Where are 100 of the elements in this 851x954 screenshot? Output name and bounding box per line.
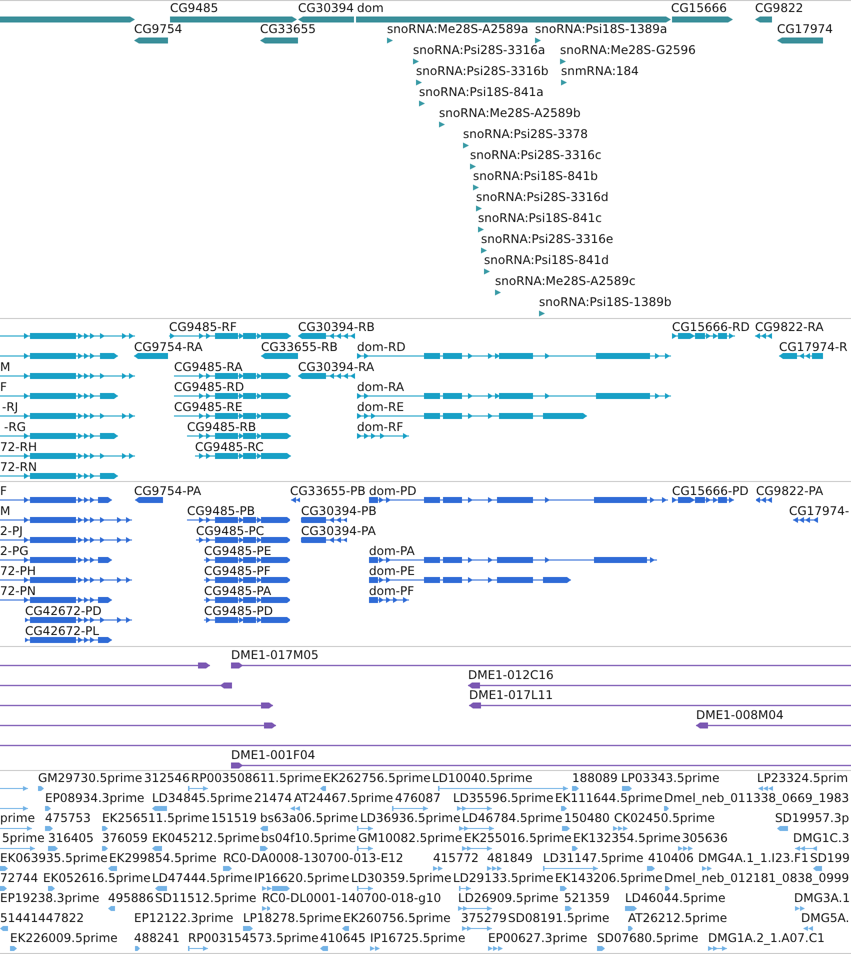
feature-label: Dmel_neb_012181_0838_0999	[664, 871, 850, 885]
feature-label: CG9485-RB	[187, 420, 256, 434]
feature-label: EK255016.5prime	[464, 831, 572, 845]
feature-label: snoRNA:Psi18S-841d	[484, 253, 609, 267]
feature-label: CK02450.5prime	[614, 811, 715, 825]
feature-label: 415772	[433, 851, 479, 865]
feature-label: SD08191.5prime	[508, 911, 610, 925]
feature-label: snoRNA:Me28S-A2589b	[439, 106, 581, 120]
feature-label: snoRNA:Me28S-G2596	[560, 43, 696, 57]
feature-label: CG17974-	[789, 504, 850, 518]
feature-label: LD26909.5prime	[458, 891, 559, 905]
feature-label: 150480	[564, 811, 610, 825]
feature-label: snmRNA:184	[561, 64, 639, 78]
feature-label: DMG5A.	[801, 911, 850, 925]
feature-label: -RG	[4, 420, 26, 434]
feature-label: DME1-008M04	[696, 708, 784, 722]
feature-label: EK063935.5prime	[0, 851, 108, 865]
feature-label: LD34845.5prime	[152, 791, 253, 805]
feature-label: snoRNA:Psi28S-3316c	[470, 148, 602, 162]
feature-label: LD10040.5prime	[432, 771, 533, 785]
feature-label: Dmel_neb_011338_0669_1983	[664, 791, 850, 805]
feature-label: 488241	[134, 931, 180, 945]
feature-label: 410645	[320, 931, 366, 945]
feature-label: CG9485-RF	[169, 320, 237, 334]
feature-label: LD29133.5prime	[453, 871, 554, 885]
feature-label: GM10082.5prime	[358, 831, 462, 845]
feature-label: CG9822-PA	[756, 484, 824, 498]
feature-label: 375279	[461, 911, 507, 925]
feature-label: snoRNA:Psi18S-841a	[419, 85, 544, 99]
feature-label: 21474	[254, 791, 292, 805]
feature-label: RC0-DL0001-140700-018-g10	[262, 891, 442, 905]
feature-label: dom-PE	[369, 564, 415, 578]
feature-label: EK299854.5prime	[109, 851, 217, 865]
feature-label: LD31147.5prime	[543, 851, 644, 865]
feature-label: 316405	[48, 831, 94, 845]
feature-label: 475753	[45, 811, 91, 825]
feature-label: EK262756.5prime	[323, 771, 431, 785]
feature-label: DME1-012C16	[468, 668, 554, 682]
feature-label: 2-PG	[0, 544, 28, 558]
feature-label: snoRNA:Psi28S-3316b	[416, 64, 549, 78]
feature-label: LP23324.5prim	[757, 771, 848, 785]
feature-label: LD47444.5prime	[152, 871, 253, 885]
feature-label: snoRNA:Me28S-A2589c	[495, 274, 636, 288]
feature-label: snoRNA:Psi18S-1389a	[535, 22, 668, 36]
feature-label: CG9485-PE	[204, 544, 272, 558]
feature-label: CG30394-PB	[301, 504, 377, 518]
feature-label: 521359	[564, 891, 610, 905]
feature-label: DMG1A.2_1.A07.C1	[708, 931, 825, 945]
feature-label: CG17974-R	[779, 340, 848, 354]
feature-label: snoRNA:Me28S-A2589a	[387, 22, 528, 36]
feature-label: IP16620.5prime	[254, 871, 350, 885]
feature-label: 72744	[0, 871, 38, 885]
feature-label: snoRNA:Psi28S-3378	[463, 127, 588, 141]
feature-label: SD19957.3p	[775, 811, 850, 825]
feature-label: CG9822-RA	[755, 320, 824, 334]
feature-label: LD46784.5prime	[462, 811, 563, 825]
feature-label: SD11512.5prime	[155, 891, 256, 905]
feature-label: snoRNA:Psi28S-3316e	[481, 232, 614, 246]
feature-label: EP08934.3prime	[45, 791, 144, 805]
feature-label: 72-PN	[0, 584, 36, 598]
feature-label: EP19238.3prime	[0, 891, 100, 905]
feature-label: dom	[357, 1, 384, 15]
feature-label: 410406	[648, 851, 694, 865]
feature-label: CG30394-RB	[298, 320, 375, 334]
feature-label: EK111644.5prime	[555, 791, 663, 805]
feature-label: CG15666	[671, 1, 727, 15]
feature-label: CG33655	[260, 22, 316, 36]
feature-label: EK226009.5prime	[10, 931, 118, 945]
feature-label: CG30394-RA	[298, 360, 374, 374]
feature-label: SD07680.5prime	[597, 931, 698, 945]
feature-label: LD30359.5prime	[351, 871, 452, 885]
feature-label: AT26212.5prime	[628, 911, 728, 925]
feature-label: DMG1C.3	[793, 831, 850, 845]
feature-label: 51441447822	[0, 911, 84, 925]
feature-label: 376059	[102, 831, 148, 845]
feature-label: CG9485-RC	[195, 440, 264, 454]
feature-label: CG9485	[170, 1, 218, 15]
feature-label: snoRNA:Psi18S-841b	[473, 169, 598, 183]
feature-label: CG9485-PD	[204, 604, 274, 618]
feature-label: EK132354.5prime	[573, 831, 681, 845]
feature-label: 312546	[144, 771, 190, 785]
feature-label: IP16725.5prime	[370, 931, 466, 945]
feature-label: CG42672-PL	[25, 624, 100, 638]
feature-label: bs63a06.5prime	[260, 811, 358, 825]
feature-label: M	[0, 360, 10, 374]
feature-label: DMG3A.1	[794, 891, 850, 905]
feature-label: 476087	[395, 791, 441, 805]
feature-label: CG42672-PD	[25, 604, 102, 618]
feature-label: CG9485-PC	[196, 524, 264, 538]
feature-label: dom-RD	[357, 340, 406, 354]
feature-label: snoRNA:Psi18S-841c	[478, 211, 602, 225]
feature-label: CG9754	[134, 22, 182, 36]
feature-label: RC0-DA0008-130700-013-E12	[223, 851, 404, 865]
feature-label: 151519	[211, 811, 257, 825]
feature-label: CG9485-RA	[174, 360, 243, 374]
feature-label: CG9485-RE	[174, 400, 242, 414]
feature-label: CG9485-PB	[187, 504, 256, 518]
feature-label: EK260756.5prime	[343, 911, 451, 925]
feature-label: 305636	[682, 831, 728, 845]
feature-label: EP12122.3prime	[134, 911, 234, 925]
